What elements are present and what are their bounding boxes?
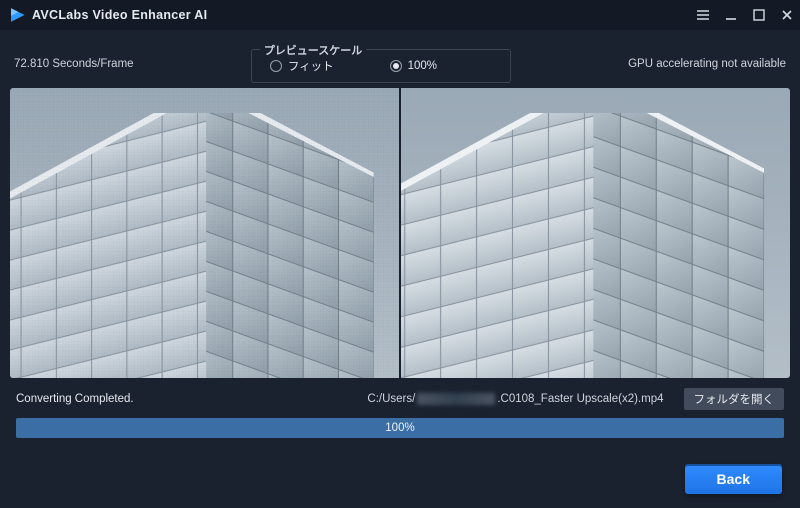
top-info-row: 72.810 Seconds/Frame プレビュースケール フィット 100%… [0,30,800,88]
minimize-icon[interactable] [724,8,738,22]
radio-icon [270,60,282,72]
redacted-path-segment [417,393,495,405]
preview-original [10,88,399,378]
gpu-status: GPU accelerating not available [628,58,786,70]
progress-label: 100% [16,418,784,438]
preview-compare [10,88,790,378]
output-file-path: C:/Users/ .C0108_Faster Upscale(x2).mp4 [367,393,663,405]
path-suffix: .C0108_Faster Upscale(x2).mp4 [497,393,663,405]
preview-scale-100-radio[interactable]: 100% [390,60,437,72]
back-button[interactable]: Back [685,464,782,494]
radio-icon [390,60,402,72]
open-folder-button[interactable]: フォルダを開く [684,388,785,410]
conversion-status: Converting Completed. [16,393,134,405]
progress-bar: 100% [16,418,784,438]
preview-enhanced [401,88,790,378]
app-title: AVCLabs Video Enhancer AI [32,8,207,22]
maximize-icon[interactable] [752,8,766,22]
app-logo: AVCLabs Video Enhancer AI [8,6,207,24]
preview-scale-group: プレビュースケール フィット 100% [251,49,511,83]
status-row: Converting Completed. C:/Users/ .C0108_F… [0,378,800,416]
play-triangle-icon [8,6,26,24]
progress-wrap: 100% [0,416,800,438]
building-illustration [401,113,790,378]
menu-icon[interactable] [696,8,710,22]
preview-scale-label: プレビュースケール [260,42,366,58]
preview-scale-fit-radio[interactable]: フィット [270,58,334,74]
window-controls [696,0,794,30]
title-bar: AVCLabs Video Enhancer AI [0,0,800,30]
seconds-per-frame: 72.810 Seconds/Frame [14,58,134,70]
radio-label-100: 100% [408,60,437,72]
radio-label-fit: フィット [288,58,334,74]
close-icon[interactable] [780,8,794,22]
path-prefix: C:/Users/ [367,393,415,405]
noise-overlay [10,88,399,378]
